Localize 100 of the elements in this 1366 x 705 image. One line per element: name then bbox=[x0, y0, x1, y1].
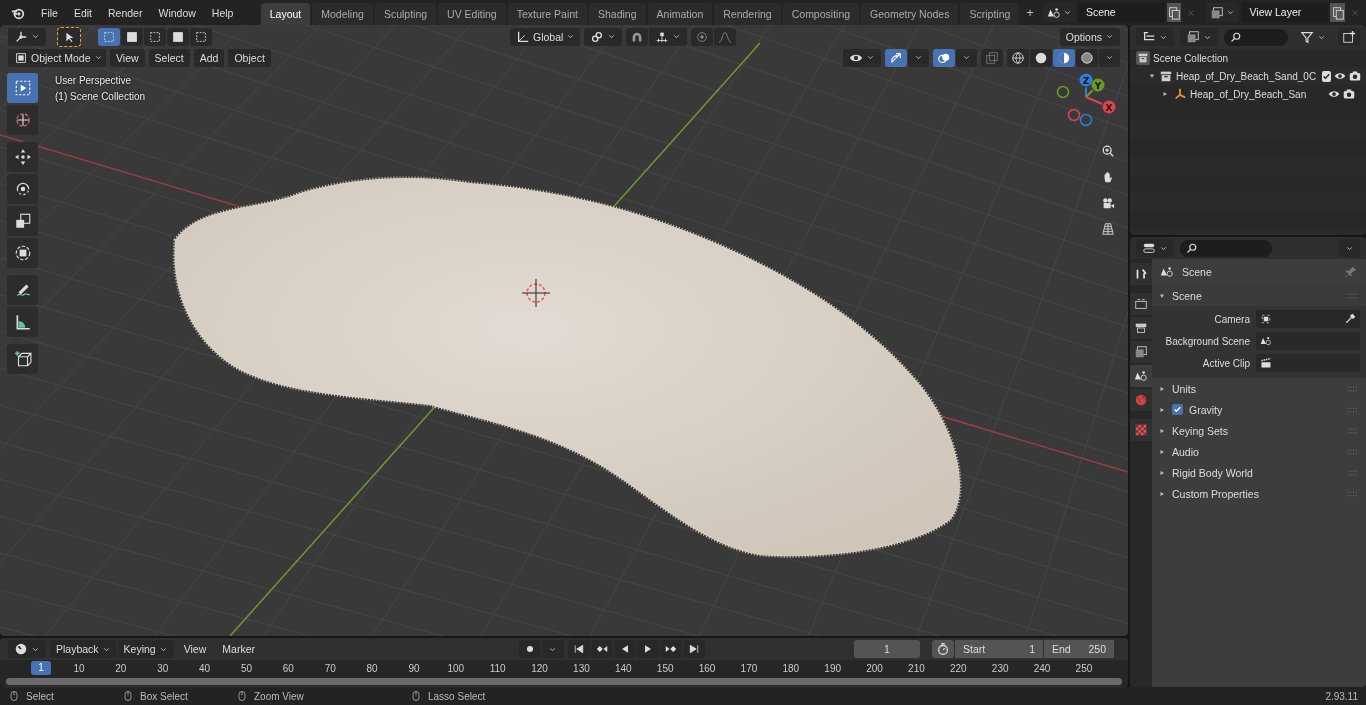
proportional-edit-toggle[interactable] bbox=[691, 27, 713, 46]
solid-shading-button[interactable] bbox=[1030, 48, 1052, 67]
editor-type-button[interactable] bbox=[1136, 239, 1174, 257]
exclude-checkbox[interactable] bbox=[1322, 70, 1332, 82]
gizmo-axis-handle[interactable]: Z bbox=[1079, 73, 1093, 87]
xray-toggle[interactable] bbox=[981, 48, 1003, 67]
search-field[interactable] bbox=[1224, 28, 1288, 46]
panel-header[interactable]: Gravity bbox=[1152, 399, 1366, 420]
gizmo-axis-handle[interactable]: Y bbox=[1091, 78, 1105, 92]
panel-header[interactable]: Custom Properties bbox=[1152, 483, 1366, 504]
scale-tool-button[interactable] bbox=[7, 206, 38, 236]
add-workspace-button[interactable]: + bbox=[1021, 3, 1039, 22]
workspace-tab[interactable]: Sculpting bbox=[374, 3, 437, 25]
outliner-item-label[interactable]: Heap_of_Dry_Beach_Sand_0C bbox=[1176, 70, 1317, 82]
workspace-tab[interactable]: Scripting bbox=[960, 3, 1020, 25]
selection-mode-button[interactable] bbox=[98, 27, 120, 46]
timeline-scrollbar[interactable] bbox=[6, 678, 1122, 685]
selection-mode-button[interactable] bbox=[190, 27, 212, 46]
annotate-tool-button[interactable] bbox=[7, 275, 38, 305]
gizmo-axis-handle[interactable]: X bbox=[1102, 100, 1116, 114]
editor-type-button[interactable] bbox=[8, 640, 46, 658]
clip-field[interactable] bbox=[1256, 354, 1360, 372]
timeline-menu[interactable]: Keying bbox=[117, 640, 174, 658]
select-tool-button[interactable] bbox=[58, 27, 80, 46]
scene-selector[interactable] bbox=[1042, 3, 1076, 22]
scene-name-field[interactable]: Scene bbox=[1077, 3, 1165, 22]
expand-toggle[interactable] bbox=[1148, 72, 1156, 80]
editor-type-button[interactable] bbox=[1136, 28, 1174, 46]
panel-header[interactable]: Keying Sets bbox=[1152, 420, 1366, 441]
jump-start-button[interactable] bbox=[567, 640, 590, 658]
workspace-tab[interactable]: Animation bbox=[647, 3, 713, 25]
material-shading-button[interactable] bbox=[1053, 48, 1075, 67]
menu-item[interactable]: Window bbox=[151, 3, 203, 22]
add-cube-tool-button[interactable] bbox=[7, 344, 38, 374]
timeline-menu[interactable]: View bbox=[177, 640, 213, 658]
workspace-tab[interactable]: Compositing bbox=[782, 3, 860, 25]
jump-end-button[interactable] bbox=[682, 640, 705, 658]
render-properties-tab[interactable] bbox=[1130, 293, 1152, 315]
menu-item[interactable]: Render bbox=[101, 3, 150, 22]
rendered-shading-button[interactable] bbox=[1076, 48, 1098, 67]
gizmo-negative-axis-handle[interactable] bbox=[1067, 108, 1081, 122]
workspace-tab[interactable]: Rendering bbox=[714, 3, 781, 25]
menu-item[interactable]: Help bbox=[204, 3, 241, 22]
workspace-tab[interactable]: Geometry Nodes bbox=[861, 3, 959, 25]
start-frame-field[interactable]: Start 1 bbox=[955, 640, 1043, 658]
selection-mode-button[interactable] bbox=[144, 27, 166, 46]
view-layer-selector[interactable] bbox=[1206, 3, 1240, 22]
header-menu[interactable]: Object bbox=[228, 48, 271, 67]
display-mode-dropdown[interactable] bbox=[1180, 28, 1218, 46]
timeline-menu[interactable]: Marker bbox=[216, 640, 261, 658]
measure-tool-button[interactable] bbox=[7, 307, 38, 337]
workspace-tab[interactable]: Layout bbox=[260, 3, 311, 25]
selection-mode-button[interactable] bbox=[121, 27, 143, 46]
workspace-tab[interactable]: Modeling bbox=[312, 3, 373, 25]
overlay-toggle[interactable] bbox=[933, 48, 955, 67]
camera-field[interactable] bbox=[1256, 310, 1360, 328]
gizmo-negative-axis-handle[interactable] bbox=[1079, 113, 1093, 127]
prev-keyframe-button[interactable] bbox=[590, 640, 613, 658]
mode-dropdown[interactable]: Object Mode bbox=[8, 48, 106, 67]
snap-target-dropdown[interactable] bbox=[649, 27, 687, 46]
gizmo-toggle[interactable] bbox=[885, 48, 907, 67]
view-layer-name-field[interactable]: View Layer bbox=[1241, 3, 1329, 22]
current-frame-indicator[interactable]: 1 bbox=[31, 661, 51, 675]
panel-header[interactable]: Units bbox=[1152, 378, 1366, 399]
workspace-tab[interactable]: Texture Paint bbox=[507, 3, 587, 25]
visibility-dropdown[interactable] bbox=[843, 48, 881, 67]
gizmo-negative-axis-handle[interactable] bbox=[1056, 85, 1070, 99]
pivot-dropdown[interactable] bbox=[584, 27, 622, 46]
search-field[interactable] bbox=[1180, 239, 1272, 257]
scene-properties-tab[interactable] bbox=[1130, 365, 1152, 387]
next-keyframe-button[interactable] bbox=[659, 640, 682, 658]
output-properties-tab[interactable] bbox=[1130, 317, 1152, 339]
panel-header[interactable]: Rigid Body World bbox=[1152, 462, 1366, 483]
cursor-tool-button[interactable] bbox=[7, 105, 38, 135]
outliner-item-label[interactable]: Scene Collection bbox=[1153, 52, 1229, 64]
record-button[interactable] bbox=[518, 640, 541, 658]
tool-properties-tab[interactable] bbox=[1130, 263, 1152, 285]
workspace-tab[interactable]: UV Editing bbox=[438, 3, 506, 25]
header-menu[interactable]: Add bbox=[193, 48, 225, 67]
menu-item[interactable]: File bbox=[34, 3, 65, 22]
scene-field[interactable] bbox=[1256, 332, 1360, 350]
copy-scene-button[interactable] bbox=[1166, 3, 1182, 22]
current-frame-field[interactable]: 1 bbox=[854, 640, 920, 658]
rotate-tool-button[interactable] bbox=[7, 174, 38, 204]
3d-viewport[interactable]: Global Options Object Mode View Select Add Object User Perspective (1) Scene Collection Z Y X bbox=[0, 25, 1128, 636]
preview-range-toggle[interactable] bbox=[932, 640, 954, 658]
menu-item[interactable]: Edit bbox=[66, 3, 99, 22]
snap-toggle[interactable] bbox=[626, 27, 648, 46]
view-layer-properties-tab[interactable] bbox=[1130, 341, 1152, 363]
wireframe-shading-button[interactable] bbox=[1007, 48, 1029, 67]
panel-header[interactable]: Audio bbox=[1152, 441, 1366, 462]
copy-view-layer-button[interactable] bbox=[1330, 3, 1346, 22]
play-button[interactable] bbox=[636, 640, 659, 658]
play-reverse-button[interactable] bbox=[613, 640, 636, 658]
selection-mode-button[interactable] bbox=[167, 27, 189, 46]
outliner-item-label[interactable]: Heap_of_Dry_Beach_San bbox=[1190, 88, 1307, 100]
editor-type-button[interactable] bbox=[8, 27, 46, 46]
move-tool-button[interactable] bbox=[7, 142, 38, 172]
transform-tool-button[interactable] bbox=[7, 238, 38, 268]
orientation-dropdown[interactable]: Global bbox=[510, 27, 580, 46]
